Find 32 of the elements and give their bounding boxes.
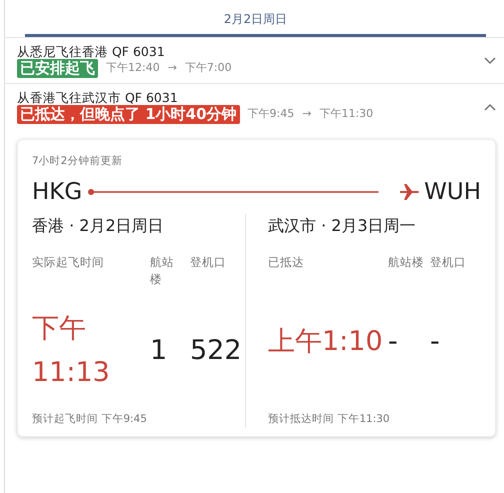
airplane-icon — [400, 182, 420, 201]
status-label: 已安排起飞 — [17, 59, 98, 78]
expand-icon[interactable] — [484, 57, 496, 65]
terminal-value: 1 — [150, 334, 168, 368]
status-label: 已抵达，但晚点了 1小时40分钟 — [17, 105, 240, 124]
column-label: 已抵达 — [268, 254, 305, 271]
origin-code: HKG — [32, 178, 82, 206]
terminal-value: - — [388, 325, 399, 360]
destination-code: WUH — [424, 178, 481, 206]
flight-route: 从香港飞往武汉市 QF 6031 — [17, 90, 179, 105]
column-label: 登机口 — [430, 254, 467, 271]
departure-time: 下午12:40 — [106, 60, 160, 76]
column-label: 登机口 — [190, 254, 227, 271]
place-date: 香港 · 2月2日周日 — [32, 214, 165, 237]
place-date: 武汉市 · 2月3日周一 — [268, 214, 417, 237]
departure-time: 下午9:45 — [248, 106, 294, 122]
gate-value: - — [430, 325, 441, 360]
column-label: 实际起飞时间 — [32, 254, 105, 271]
arrival-time: 下午11:30 — [319, 106, 374, 122]
time-value: 上午1:10 — [268, 325, 384, 360]
collapse-icon[interactable] — [484, 103, 496, 111]
arrow-icon: → — [168, 60, 177, 77]
column-label: 航站楼 — [150, 254, 175, 288]
scheduled-time: 预计抵达时间 下午11:30 — [268, 412, 391, 427]
flight-route: 从悉尼飞往香港 QF 6031 — [17, 44, 166, 59]
update-time: 7小时2分钟前更新 — [32, 154, 124, 169]
time-value: 下午11:13 — [32, 312, 111, 390]
gate-value: 522 — [190, 334, 243, 368]
scheduled-time: 预计起飞时间 下午9:45 — [32, 412, 148, 427]
arrow-icon: → — [302, 106, 312, 123]
arrival-time: 下午7:00 — [184, 60, 232, 76]
column-label: 航站楼 — [388, 254, 425, 271]
